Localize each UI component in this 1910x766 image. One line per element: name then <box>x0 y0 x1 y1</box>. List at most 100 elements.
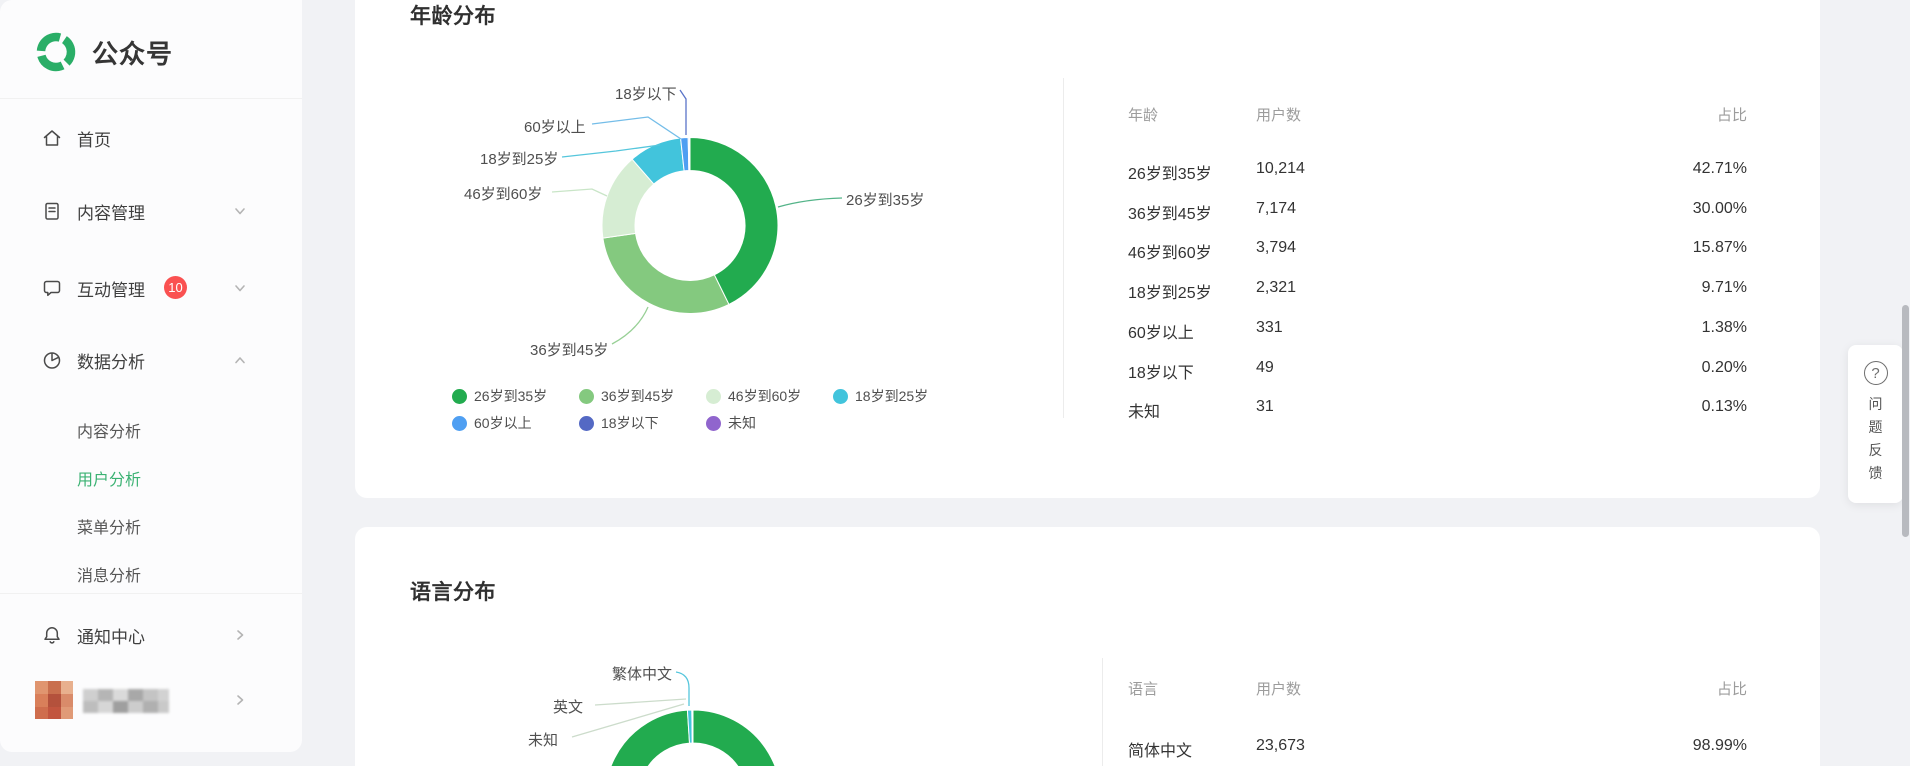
chart-label-26-35: 26岁到35岁 <box>846 192 925 209</box>
divider <box>0 98 302 99</box>
chevron-down-icon <box>235 285 245 292</box>
chevron-right-icon <box>237 695 244 705</box>
sidebar-subitem-message-analysis[interactable]: 消息分析 <box>77 561 237 587</box>
table-row: 60岁以上 331 1.38% <box>1128 318 1747 342</box>
legend-dot <box>579 415 594 431</box>
legend-dot <box>833 388 848 404</box>
legend-item[interactable]: 未知 <box>706 413 833 433</box>
bell-icon <box>44 627 60 644</box>
subitem-label: 菜单分析 <box>77 520 142 537</box>
feedback-widget[interactable]: ? 问题反馈 <box>1848 345 1903 503</box>
subitem-label: 内容分析 <box>77 424 142 441</box>
sidebar-account-row[interactable] <box>0 678 302 722</box>
table-row: 18岁以下 49 0.20% <box>1128 358 1747 382</box>
legend-item[interactable]: 18岁到25岁 <box>833 386 960 406</box>
table-row: 未知 31 0.13% <box>1128 398 1747 422</box>
sidebar-item-label: 数据分析 <box>77 352 145 372</box>
chevron-down-icon <box>235 208 245 215</box>
chevron-up-icon <box>235 357 245 364</box>
question-mark-icon: ? <box>1863 361 1888 385</box>
col-header-age: 年龄 <box>1128 107 1159 124</box>
sidebar-item-notification-center[interactable]: 通知中心 <box>0 615 302 655</box>
sidebar: 公众号 首页 内容管理 互动管理 10 数据分析 内容分析 用户分析 菜单分析 … <box>0 0 302 752</box>
legend-item[interactable]: 18岁以下 <box>579 413 706 433</box>
notification-badge: 10 <box>164 276 187 299</box>
leader-line-46-60 <box>551 188 608 197</box>
chart-label-unknown: 未知 <box>528 732 559 749</box>
legend-dot <box>706 388 721 404</box>
sidebar-item-label: 首页 <box>77 130 111 150</box>
legend-item[interactable]: 36岁到45岁 <box>579 386 706 406</box>
sidebar-item-content-mgmt[interactable]: 内容管理 <box>0 191 302 231</box>
language-table-header: 语言 用户数 占比 <box>1128 678 1747 700</box>
chart-label-under18: 18岁以下 <box>615 86 677 103</box>
leader-line-traditional <box>675 671 690 706</box>
donut-segment[interactable] <box>688 136 691 172</box>
divider <box>0 593 302 594</box>
chart-label-36-45: 36岁到45岁 <box>530 342 609 359</box>
leader-line-36-45 <box>611 306 649 345</box>
table-row: 36岁到45岁 7,174 30.00% <box>1128 199 1747 223</box>
legend-item[interactable]: 60岁以上 <box>452 413 579 433</box>
pie-chart-icon <box>43 352 61 369</box>
app: 公众号 首页 内容管理 互动管理 10 数据分析 内容分析 用户分析 菜单分析 … <box>0 0 1910 766</box>
table-row: 18岁到25岁 2,321 9.71% <box>1128 279 1747 303</box>
donut-segment[interactable] <box>602 232 730 314</box>
sidebar-subitem-user-analysis[interactable]: 用户分析 <box>77 465 237 491</box>
chart-label-english: 英文 <box>553 699 584 716</box>
col-header-percent: 占比 <box>1716 107 1747 124</box>
sidebar-item-label: 通知中心 <box>77 627 145 647</box>
legend-dot <box>706 415 721 431</box>
subitem-label: 消息分析 <box>77 568 142 585</box>
leader-line-under18 <box>679 89 687 135</box>
language-table: 语言 用户数 占比 简体中文 23,673 98.99% <box>1128 678 1747 766</box>
language-donut-chart[interactable] <box>420 640 980 766</box>
col-header-percent: 占比 <box>1716 681 1747 698</box>
sidebar-item-label: 互动管理 <box>77 280 145 300</box>
table-row: 46岁到60岁 3,794 15.87% <box>1128 239 1747 263</box>
age-donut-chart[interactable] <box>420 55 950 370</box>
subitem-label: 用户分析 <box>77 472 142 489</box>
sidebar-item-data-analysis[interactable]: 数据分析 <box>0 340 302 380</box>
scrollbar-thumb[interactable] <box>1902 305 1909 537</box>
chart-label-46-60: 46岁到60岁 <box>464 186 543 203</box>
chart-label-18-25: 18岁到25岁 <box>480 151 559 168</box>
home-icon <box>43 130 61 146</box>
legend-item[interactable]: 26岁到35岁 <box>452 386 579 406</box>
account-name-blurred <box>83 689 169 713</box>
col-header-users: 用户数 <box>1256 681 1302 698</box>
age-donut-segments <box>601 136 779 314</box>
language-donut-segments <box>610 709 776 766</box>
chat-bubble-icon <box>43 280 61 297</box>
col-header-language: 语言 <box>1128 681 1159 698</box>
col-header-users: 用户数 <box>1256 107 1302 124</box>
age-table: 年龄 用户数 占比 26岁到35岁 10,214 42.71% 36岁到45岁 7,17… <box>1128 96 1747 426</box>
sidebar-item-label: 内容管理 <box>77 203 145 223</box>
legend-item[interactable]: 46岁到60岁 <box>706 386 833 406</box>
age-chart-legend: 26岁到35岁 36岁到45岁 46岁到60岁 18岁到25岁 60岁以上 18岁以下 未知 <box>452 386 960 433</box>
sidebar-item-home[interactable]: 首页 <box>0 118 302 158</box>
leader-line-over60 <box>591 116 682 140</box>
table-row: 26岁到35岁 10,214 42.71% <box>1128 160 1747 183</box>
chart-label-traditional: 繁体中文 <box>612 666 673 683</box>
logo: 公众号 <box>34 30 173 74</box>
chevron-right-icon <box>237 630 244 640</box>
sidebar-subitem-content-analysis[interactable]: 内容分析 <box>77 417 237 443</box>
age-table-header: 年龄 用户数 占比 <box>1128 104 1747 126</box>
leader-line-26-35 <box>777 197 843 208</box>
legend-dot <box>579 388 594 404</box>
chart-label-over60: 60岁以上 <box>524 119 586 136</box>
legend-dot <box>452 415 467 431</box>
legend-dot <box>452 388 467 404</box>
age-card-title: 年龄分布 <box>410 5 496 28</box>
official-account-logo-icon <box>36 32 76 72</box>
divider <box>1063 78 1064 418</box>
sidebar-item-interaction-mgmt[interactable]: 互动管理 10 <box>0 268 302 308</box>
divider <box>1102 658 1103 766</box>
language-card-title: 语言分布 <box>410 581 496 604</box>
table-row: 简体中文 23,673 98.99% <box>1128 737 1747 760</box>
sidebar-subitem-menu-analysis[interactable]: 菜单分析 <box>77 513 237 539</box>
account-avatar-pixelated <box>35 681 73 719</box>
leader-line-english <box>594 698 687 706</box>
document-icon <box>45 202 59 220</box>
